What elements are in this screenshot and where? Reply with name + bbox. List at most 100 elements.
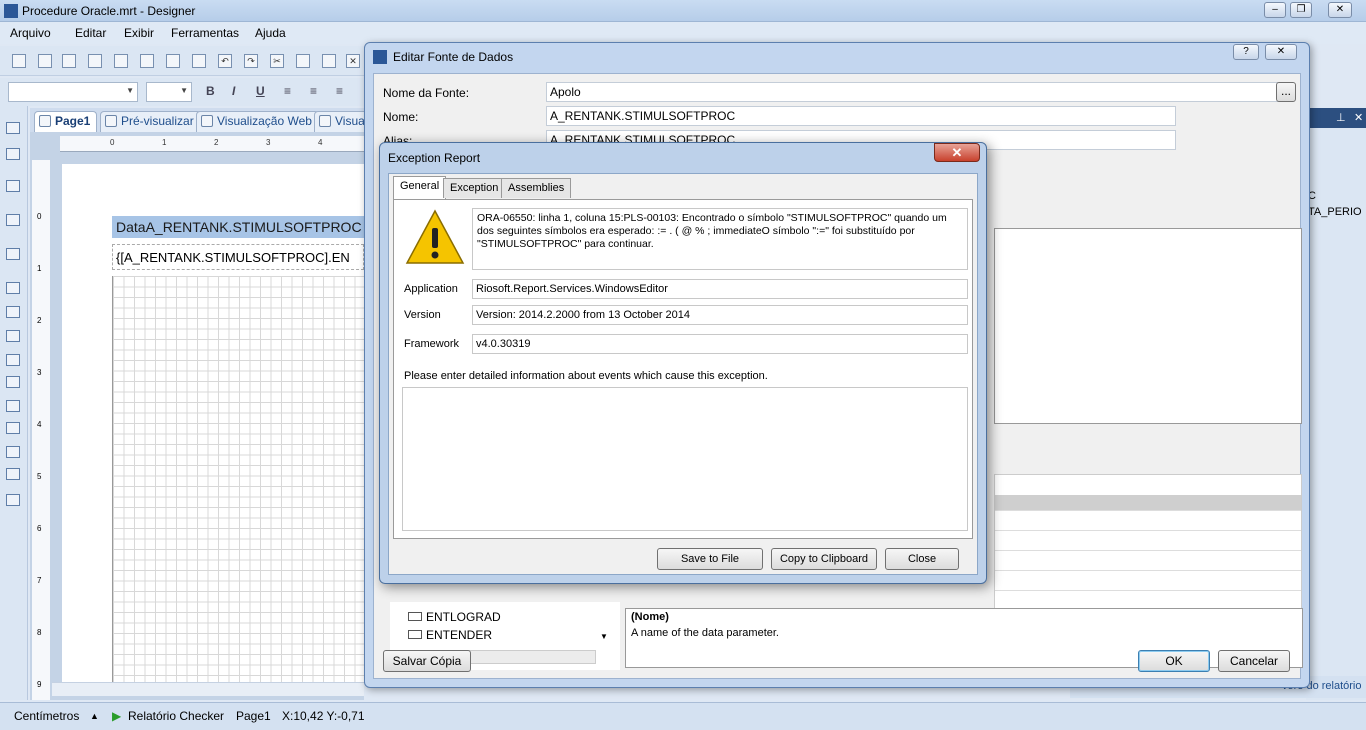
ok-button[interactable]: OK [1138, 650, 1210, 672]
pointer-icon[interactable] [6, 122, 20, 134]
bold-icon[interactable]: B [206, 84, 215, 98]
data-field-text[interactable]: {[A_RENTANK.STIMULSOFTPROC].EN [112, 244, 364, 270]
components-toolbox [0, 106, 28, 700]
window-title: Procedure Oracle.mrt - Designer [22, 4, 196, 18]
report-icon[interactable] [140, 54, 154, 68]
cancel-button[interactable]: Cancelar [1218, 650, 1290, 672]
minimize-button[interactable]: – [1264, 2, 1286, 18]
close-button[interactable]: Close [885, 548, 959, 570]
tab-assemblies[interactable]: Assemblies [501, 178, 572, 198]
parameters-grid[interactable] [994, 474, 1302, 616]
align-left-icon[interactable]: ≡ [284, 84, 291, 98]
table-row[interactable] [995, 535, 1301, 551]
help-button[interactable]: ? [1233, 44, 1259, 60]
units-selector[interactable]: Centímetros [14, 709, 79, 723]
report-checker[interactable]: Relatório Checker [128, 709, 224, 723]
label-icon[interactable] [6, 446, 20, 458]
document-icon[interactable] [166, 54, 180, 68]
ruler-tick: 3 [37, 368, 42, 377]
scroll-down-icon[interactable]: ▼ [600, 632, 608, 641]
table-icon[interactable] [6, 422, 20, 434]
cross-band-icon[interactable] [6, 180, 20, 192]
shape-icon[interactable] [6, 400, 20, 412]
horizontal-scrollbar[interactable] [52, 682, 364, 696]
new-icon[interactable] [12, 54, 26, 68]
tab-general[interactable]: General [393, 176, 447, 199]
menu-arquivo[interactable]: Arquivo [10, 26, 51, 40]
exception-message[interactable]: ORA-06550: linha 1, coluna 15:PLS-00103:… [472, 208, 968, 270]
font-name-combo[interactable]: ▼ [8, 82, 138, 102]
tab-exception[interactable]: Exception [443, 178, 506, 198]
list-item[interactable]: ENTLOGRAD [426, 610, 501, 624]
browse-button[interactable]: ... [1276, 82, 1296, 102]
menu-bar: Arquivo Editar Exibir Ferramentas Ajuda [0, 22, 1366, 44]
list-item[interactable]: ENTENDER [426, 628, 492, 642]
font-size-combo[interactable]: ▼ [146, 82, 192, 102]
menu-ajuda[interactable]: Ajuda [255, 26, 286, 40]
rectangle-icon[interactable] [6, 376, 20, 388]
print-preview-icon[interactable] [88, 54, 102, 68]
delete-icon[interactable]: ✕ [346, 54, 360, 68]
text-icon[interactable] [6, 330, 20, 342]
save-copy-button[interactable]: Salvar Cópia [383, 650, 471, 672]
application-label: Application [404, 283, 458, 295]
maximize-button[interactable]: ❐ [1290, 2, 1312, 18]
ruler-tick: 0 [37, 212, 42, 221]
underline-icon[interactable]: U [256, 84, 265, 98]
info-prompt: Please enter detailed information about … [404, 370, 768, 382]
close-window-button[interactable]: ✕ [1328, 2, 1352, 18]
table-row[interactable] [995, 555, 1301, 571]
menu-exibir[interactable]: Exibir [124, 26, 154, 40]
version-field[interactable]: Version: 2014.2.2000 from 13 October 201… [472, 305, 968, 325]
panel-icon[interactable] [6, 306, 20, 318]
italic-icon[interactable]: I [232, 84, 235, 98]
description-title: (Nome) [631, 611, 669, 623]
image-icon[interactable] [6, 248, 20, 260]
name-field[interactable]: A_RENTANK.STIMULSOFTPROC [546, 106, 1176, 126]
page-setup-icon[interactable] [114, 54, 128, 68]
ruler-tick: 9 [37, 680, 42, 689]
chevron-down-icon: ▼ [180, 86, 188, 95]
tab-page1[interactable]: Page1 [34, 111, 98, 132]
save-to-file-button[interactable]: Save to File [657, 548, 763, 570]
menu-editar[interactable]: Editar [75, 26, 106, 40]
pin-icon[interactable]: ⊥ [1336, 111, 1346, 124]
framework-field[interactable]: v4.0.30319 [472, 334, 968, 354]
table-row[interactable] [995, 575, 1301, 591]
source-name-field[interactable]: Apolo [546, 82, 1284, 102]
save-icon[interactable] [62, 54, 76, 68]
query-text-area[interactable] [994, 228, 1302, 424]
tools-icon[interactable] [6, 494, 20, 506]
redo-icon[interactable]: ↷ [244, 54, 258, 68]
paste-icon[interactable] [322, 54, 336, 68]
close-dialog-button[interactable]: ✕ [934, 143, 980, 162]
text-box-icon[interactable] [6, 354, 20, 366]
copy-icon[interactable] [296, 54, 310, 68]
band-icon[interactable] [6, 148, 20, 160]
caret-up-icon[interactable]: ▲ [90, 711, 99, 721]
align-center-icon[interactable]: ≡ [310, 84, 317, 98]
close-dialog-button[interactable]: ✕ [1265, 44, 1297, 60]
clipboard-icon[interactable] [192, 54, 206, 68]
table-row[interactable] [995, 495, 1301, 511]
warning-icon [405, 209, 465, 264]
ruler-tick: 0 [110, 138, 115, 147]
align-right-icon[interactable]: ≡ [336, 84, 343, 98]
copy-to-clipboard-button[interactable]: Copy to Clipboard [771, 548, 877, 570]
open-icon[interactable] [38, 54, 52, 68]
tab-preview[interactable]: Pré-visualizar [100, 111, 201, 132]
tab-web-preview[interactable]: Visualização Web [196, 111, 319, 132]
close-icon[interactable]: ✕ [1354, 111, 1363, 124]
undo-icon[interactable]: ↶ [218, 54, 232, 68]
container-icon[interactable] [6, 214, 20, 226]
zoom-icon [319, 115, 331, 127]
menu-ferramentas[interactable]: Ferramentas [171, 26, 239, 40]
application-field[interactable]: Riosoft.Report.Services.WindowsEditor [472, 279, 968, 299]
details-textarea[interactable] [402, 387, 968, 531]
column-icon [408, 630, 422, 639]
table-row[interactable] [995, 515, 1301, 531]
cut-icon[interactable]: ✂ [270, 54, 284, 68]
page-icon[interactable] [6, 282, 20, 294]
data-band-header[interactable]: DataA_RENTANK.STIMULSOFTPROC [112, 216, 364, 238]
picture-icon[interactable] [6, 468, 20, 480]
